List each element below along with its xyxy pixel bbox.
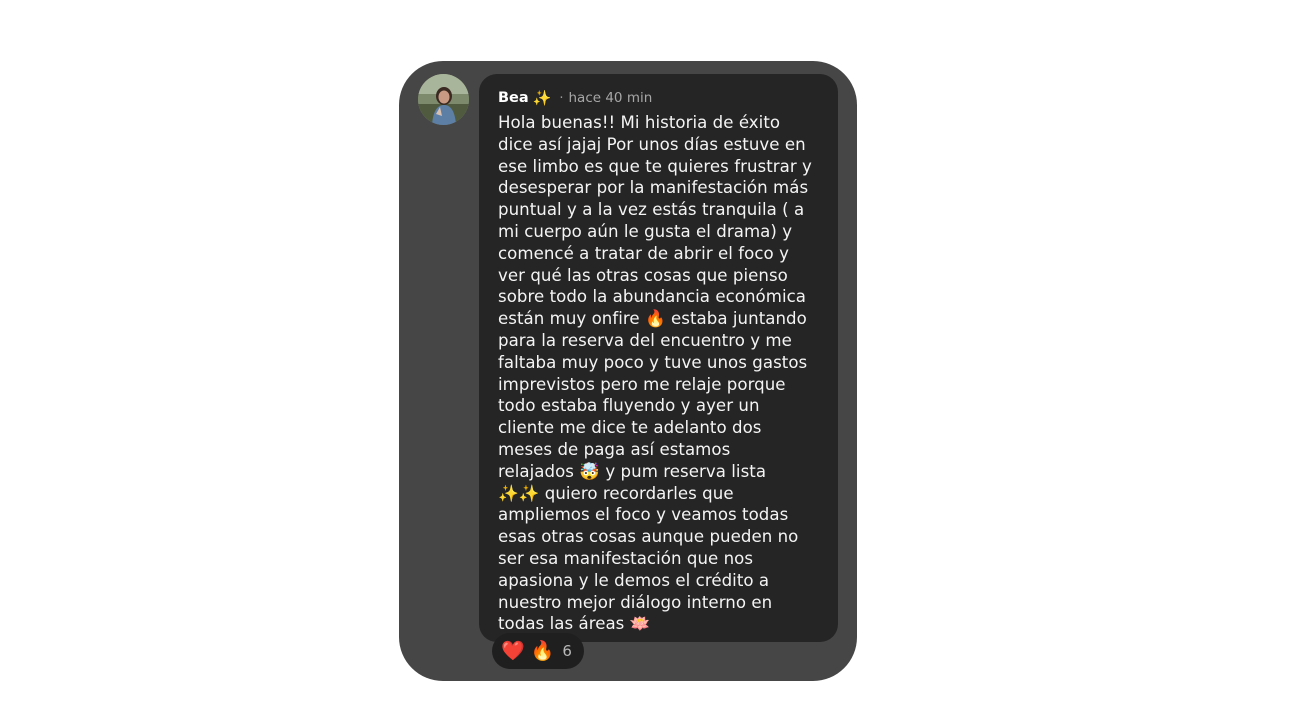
message-line: cliente me dice te adelanto dos <box>498 418 762 438</box>
reaction-count: 6 <box>562 642 572 660</box>
reactions-pill[interactable]: ❤️ 🔥 6 <box>492 633 584 669</box>
message-line: ampliemos el foco y veamos todas <box>498 505 789 525</box>
message-line: relajados 🤯 y pum reserva lista <box>498 461 767 481</box>
message-line: esas otras cosas aunque pueden no <box>498 527 799 547</box>
avatar-photo <box>418 74 469 125</box>
message-line: ser esa manifestación que nos <box>498 548 754 568</box>
message-line: dice así jajaj Por unos días estuve en <box>498 134 806 154</box>
message-line: desesperar por la manifestación más <box>498 178 809 198</box>
message-line: nuestro mejor diálogo interno en <box>498 592 773 612</box>
fire-icon[interactable]: 🔥 <box>531 641 555 661</box>
author-name[interactable]: Bea <box>498 90 529 106</box>
message-line: faltaba muy poco y tuve unos gastos <box>498 352 808 372</box>
message-line: todas las áreas 🪷 <box>498 614 651 634</box>
message-line: sobre todo la abundancia económica <box>498 287 806 307</box>
separator: · <box>559 90 564 106</box>
message-line: todo estaba fluyendo y ayer un <box>498 396 760 416</box>
heart-icon[interactable]: ❤️ <box>501 641 525 661</box>
message-line: ver qué las otras cosas que pienso <box>498 265 788 285</box>
message-line: Hola buenas!! Mi historia de éxito <box>498 113 781 132</box>
comment-bubble: Bea ✨ · hace 40 min Hola buenas!! Mi his… <box>479 74 838 642</box>
message-line: imprevistos pero me relaje porque <box>498 374 786 394</box>
avatar[interactable] <box>418 74 469 125</box>
timestamp: hace 40 min <box>568 90 653 106</box>
message-line: mi cuerpo aún le gusta el drama) y <box>498 221 793 241</box>
message-line: apasiona y le demos el crédito a <box>498 570 770 590</box>
message-line: ✨✨ quiero recordarles que <box>498 483 734 503</box>
message-line: puntual y a la vez estás tranquila ( a <box>498 200 805 220</box>
comment-header: Bea ✨ · hace 40 min <box>498 87 838 109</box>
message-line: están muy onfire 🔥 estaba juntando <box>498 309 807 329</box>
sparkles-icon: ✨ <box>532 89 552 107</box>
message-line: ese limbo es que te quieres frustrar y <box>498 156 812 176</box>
comment-text: Hola buenas!! Mi historia de éxito dice … <box>498 112 838 635</box>
message-line: meses de paga así estamos <box>498 439 731 459</box>
message-line: comencé a tratar de abrir el foco y <box>498 243 789 263</box>
message-line: para la reserva del encuentro y me <box>498 330 792 350</box>
